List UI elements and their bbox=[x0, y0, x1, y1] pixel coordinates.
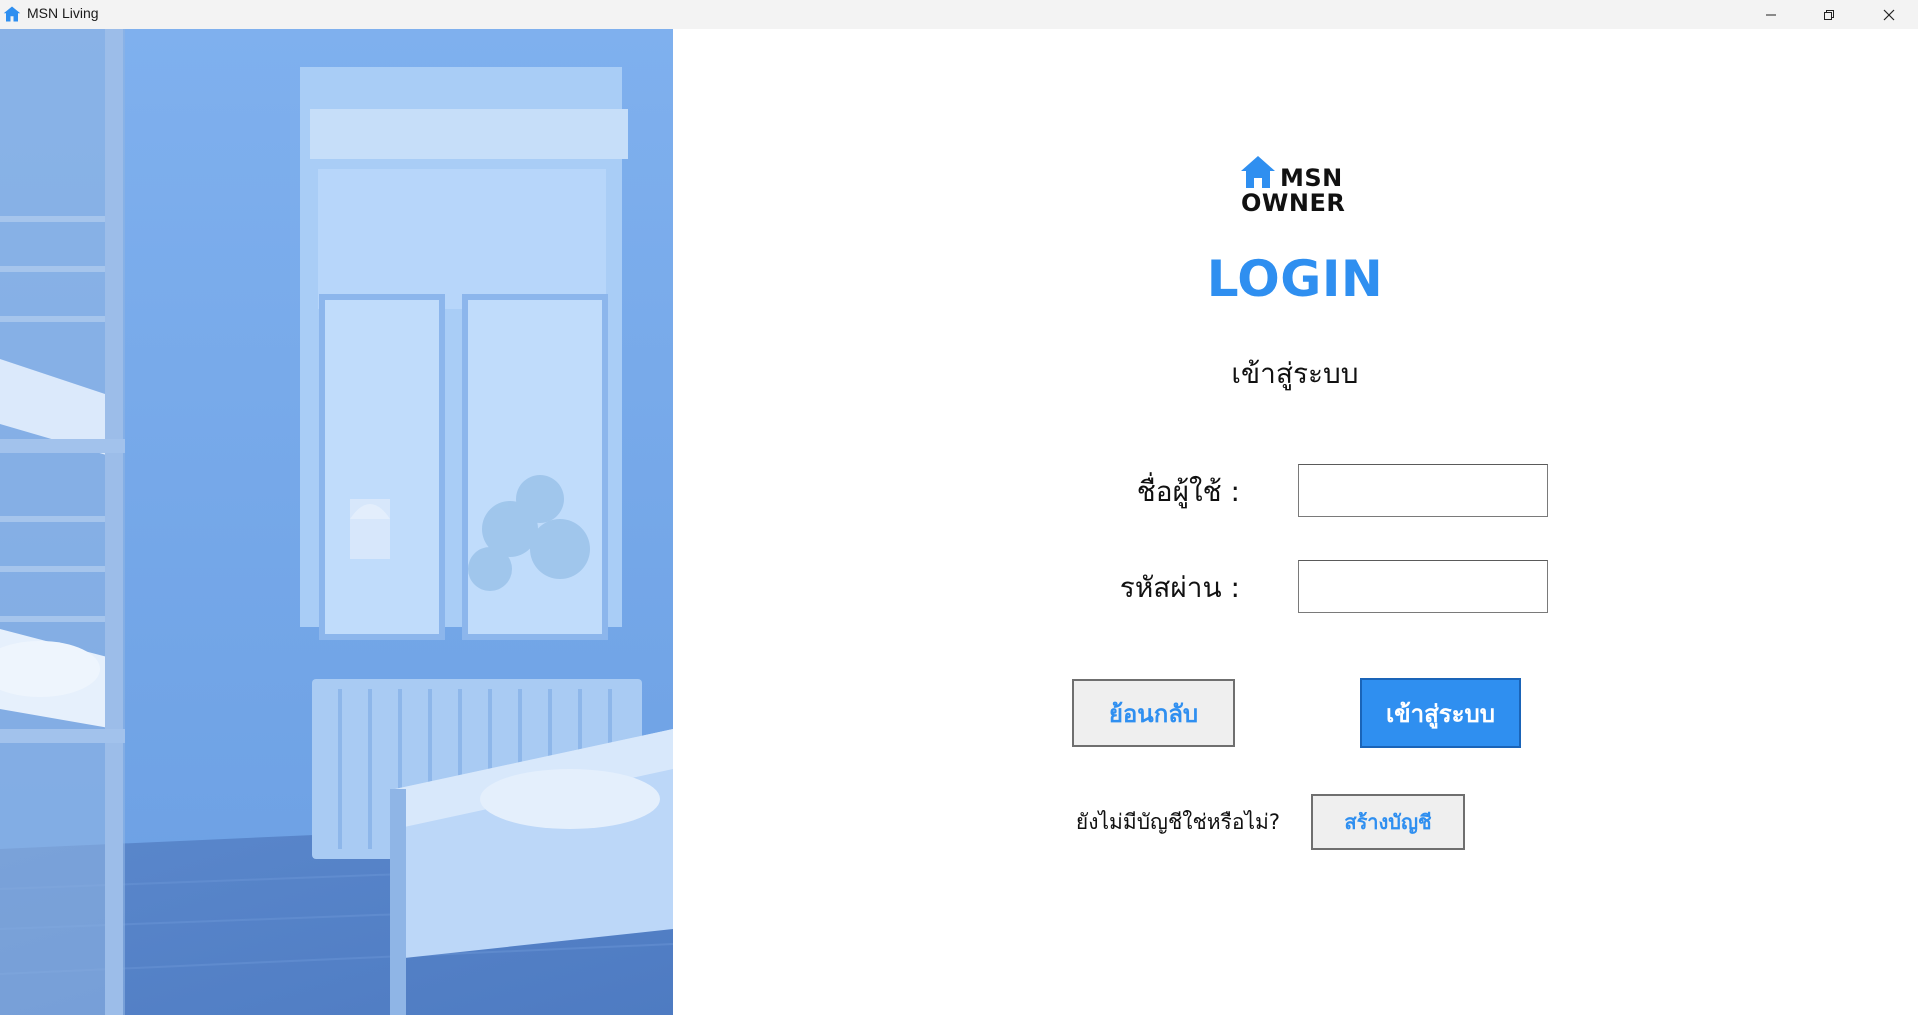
register-prompt: ยังไม่มีบัญชีใช่หรือไม่? bbox=[1075, 810, 1280, 834]
minimize-button[interactable] bbox=[1742, 0, 1800, 29]
username-input[interactable] bbox=[1298, 464, 1548, 517]
bedroom-illustration bbox=[0, 29, 673, 1015]
close-button[interactable] bbox=[1860, 0, 1918, 29]
logo-text-owner: OWNER bbox=[1241, 189, 1346, 217]
restore-icon bbox=[1824, 9, 1834, 20]
bedroom-photo bbox=[0, 29, 673, 1015]
house-icon bbox=[3, 6, 21, 22]
login-button[interactable]: เข้าสู่ระบบ bbox=[1360, 678, 1521, 748]
maximize-button[interactable] bbox=[1800, 0, 1858, 29]
password-label: รหัสผ่าน : bbox=[1119, 571, 1240, 604]
password-input[interactable] bbox=[1298, 560, 1548, 613]
close-icon bbox=[1883, 9, 1895, 20]
title-bar[interactable]: MSN Living bbox=[0, 0, 1918, 29]
username-label: ชื่อผู้ใช้ : bbox=[1136, 475, 1240, 508]
create-account-button[interactable]: สร้างบัญชี bbox=[1311, 794, 1465, 850]
window-title: MSN Living bbox=[27, 5, 99, 21]
minimize-icon bbox=[1766, 14, 1776, 15]
logo-text-msn: MSN bbox=[1280, 164, 1343, 192]
page-title: LOGIN bbox=[1206, 250, 1384, 308]
house-icon bbox=[1241, 156, 1275, 188]
msn-owner-logo: MSN OWNER bbox=[1240, 155, 1360, 217]
back-button[interactable]: ย้อนกลับ bbox=[1072, 679, 1235, 747]
page-subtitle: เข้าสู่ระบบ bbox=[1231, 357, 1359, 390]
